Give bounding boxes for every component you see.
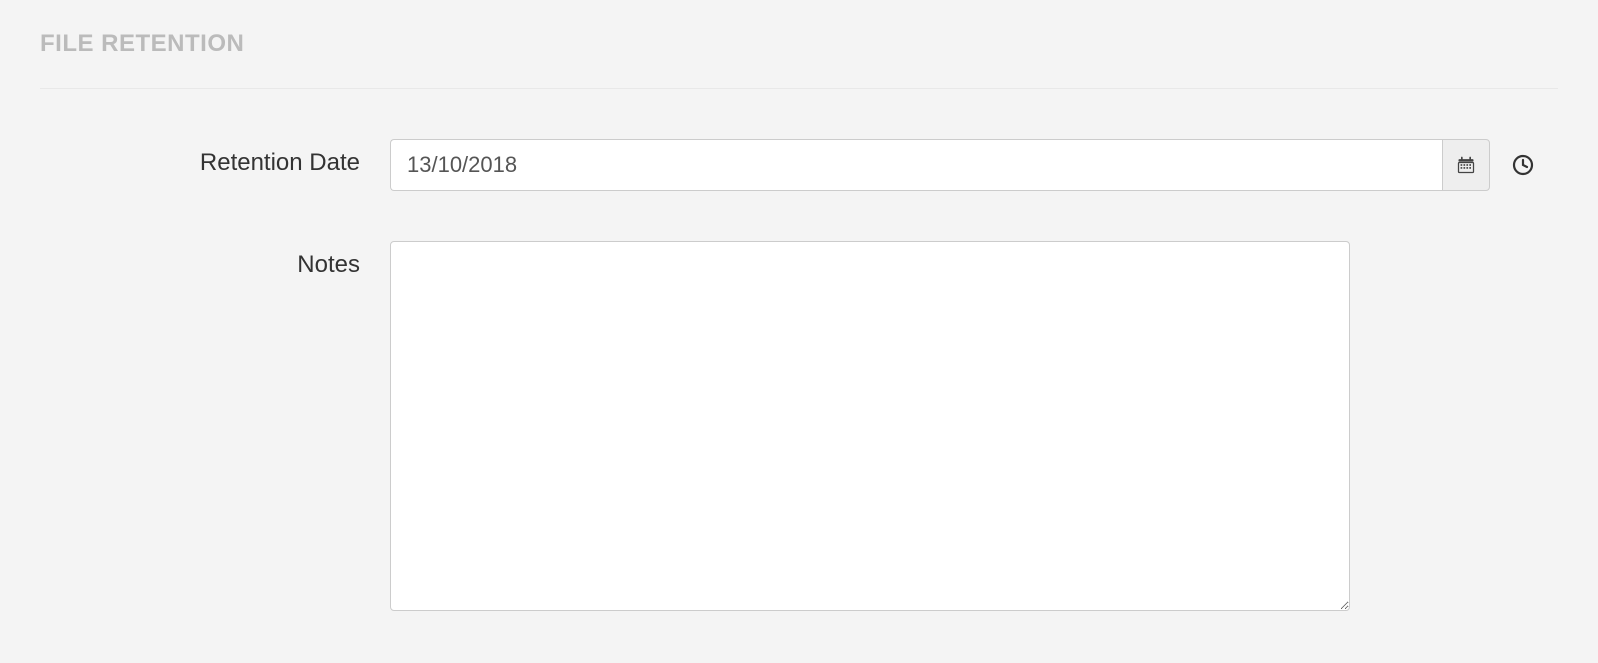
section-divider bbox=[40, 88, 1558, 89]
retention-date-controls bbox=[390, 139, 1540, 191]
clock-icon bbox=[1511, 153, 1535, 177]
notes-controls bbox=[390, 241, 1350, 611]
notes-label: Notes bbox=[40, 241, 390, 279]
notes-textarea[interactable] bbox=[390, 241, 1350, 611]
calendar-picker-button[interactable] bbox=[1442, 139, 1490, 191]
calendar-icon bbox=[1456, 155, 1476, 175]
section-title: FILE RETENTION bbox=[40, 30, 1558, 58]
retention-date-label: Retention Date bbox=[40, 139, 390, 177]
retention-date-input[interactable] bbox=[390, 139, 1442, 191]
retention-date-input-group bbox=[390, 139, 1490, 191]
retention-date-row: Retention Date bbox=[40, 139, 1558, 191]
history-button[interactable] bbox=[1506, 148, 1540, 182]
notes-row: Notes bbox=[40, 241, 1558, 611]
file-retention-section: FILE RETENTION Retention Date bbox=[40, 30, 1558, 611]
